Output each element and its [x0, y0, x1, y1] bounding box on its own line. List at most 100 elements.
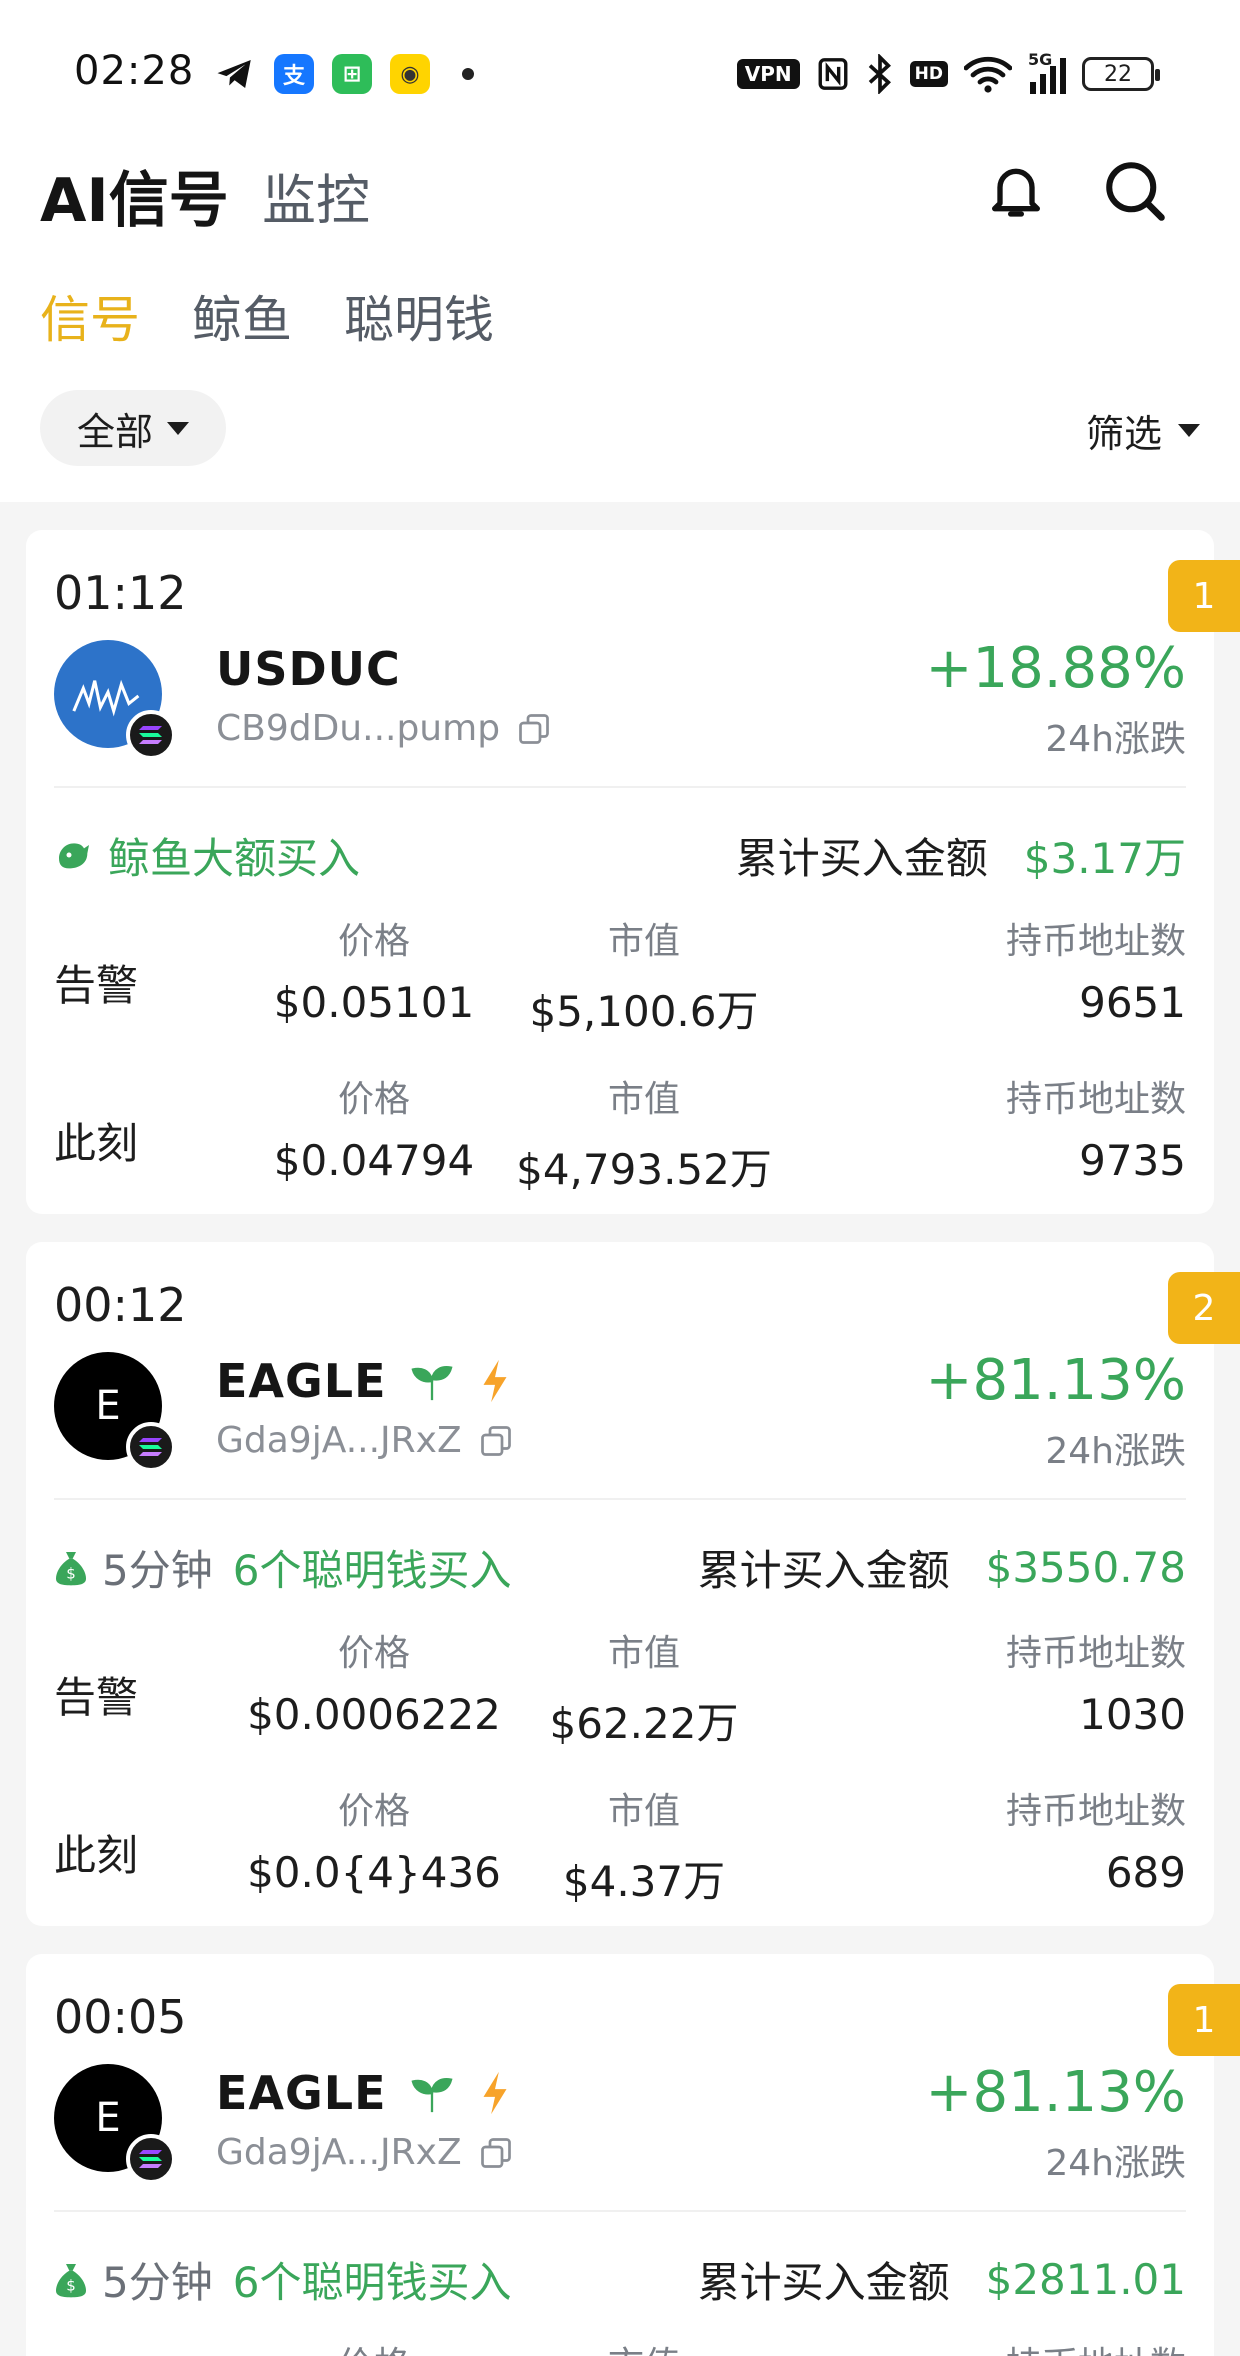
- alipay-icon: 支: [274, 54, 314, 94]
- filter-dropdown[interactable]: 筛选: [1086, 400, 1200, 460]
- market-cap-label: 市值: [494, 2336, 794, 2356]
- now-row-label: 此刻: [54, 1119, 139, 1168]
- change-24h-label: 24h涨跌: [1045, 719, 1186, 760]
- token-avatar: [54, 640, 176, 760]
- filter-label: 筛选: [1085, 411, 1162, 456]
- category-label: 全部: [76, 409, 153, 454]
- token-address: Gda9jA...JRxZ: [216, 1420, 514, 1461]
- token-symbol: EAGLE: [216, 2066, 387, 2120]
- status-bar: 02:28 支 ⊞ ◉ VPN HD 5G 22: [0, 0, 1240, 140]
- signal-tabs: 信号 鲸鱼 聪明钱: [40, 280, 494, 350]
- sprout-icon: [411, 1366, 453, 1401]
- alert-market-cap: 市值 $5,100.6万: [494, 912, 794, 1039]
- address-text: Gda9jA...JRxZ: [216, 1420, 462, 1461]
- rank-badge: 2: [1168, 1272, 1240, 1344]
- change-24h-value: +81.13%: [925, 1348, 1186, 1413]
- notification-button[interactable]: [976, 150, 1056, 230]
- holders-value: 9735: [1079, 1136, 1186, 1185]
- alert-holders: 持币地址数: [886, 2336, 1186, 2356]
- copy-icon[interactable]: [478, 2135, 514, 2171]
- copy-icon[interactable]: [516, 711, 552, 747]
- network-type: 5G: [1028, 50, 1053, 69]
- price-label: 价格: [337, 1079, 410, 1120]
- market-cap-value: $62.22万: [549, 1699, 739, 1748]
- tab-signal[interactable]: 信号: [40, 280, 140, 350]
- token-name[interactable]: EAGLE: [216, 1354, 513, 1408]
- now-market-cap: 市值 $4.37万: [494, 1782, 794, 1909]
- change-24h-label: 24h涨跌: [1045, 1431, 1186, 1472]
- buy-amount-value: $3.17万: [1023, 833, 1186, 883]
- price-value: $0.04794: [273, 1136, 475, 1185]
- money-bag-icon: $: [56, 1552, 86, 1586]
- holders-label: 持币地址数: [886, 2336, 1186, 2356]
- holders-value: 9651: [1079, 978, 1186, 1027]
- market-cap-label: 市值: [607, 1791, 680, 1832]
- now-metrics: 此刻 价格 $0.04794 市值 $4,793.52万 持币地址数 9735: [54, 1070, 1186, 1194]
- alert-metrics: 价格 市值 持币地址数: [54, 2336, 1186, 2356]
- buy-amount-value: $3550.78: [985, 1542, 1186, 1592]
- holders-label: 持币地址数: [1005, 921, 1186, 962]
- tab-whale[interactable]: 鲸鱼: [192, 280, 292, 350]
- wifi-icon: [964, 56, 1012, 93]
- signal-time: 00:05: [54, 1990, 187, 2044]
- token-name[interactable]: EAGLE: [216, 2066, 513, 2120]
- copy-icon[interactable]: [478, 1423, 514, 1459]
- price-label: 价格: [337, 921, 410, 962]
- alert-price: 价格 $0.0006222: [224, 1624, 524, 1739]
- divider: [54, 786, 1186, 788]
- solana-chain-icon: [126, 2134, 176, 2184]
- signal-text: 鲸鱼大额买入: [108, 833, 361, 883]
- price-label: 价格: [337, 1791, 410, 1832]
- alert-holders: 持币地址数 1030: [886, 1624, 1186, 1739]
- signal-summary: $ 5分钟 6个聪明钱买入 累计买入金额 $3550.78: [54, 1532, 1186, 1602]
- system-icons: VPN HD 5G 22: [736, 50, 1160, 96]
- signal-card[interactable]: 1 00:05 E EAGLE Gda9jA...JRxZ +81.13% 24…: [26, 1954, 1240, 2356]
- buy-amount-group: 累计买入金额 $3550.78: [698, 1537, 1186, 1598]
- signal-summary: $ 5分钟 6个聪明钱买入 累计买入金额 $2811.01: [54, 2244, 1186, 2314]
- buy-amount-label: 累计买入金额: [735, 833, 988, 883]
- alert-row-label: 告警: [54, 961, 139, 1010]
- top-panel: 02:28 支 ⊞ ◉ VPN HD 5G 22 AI信号 监控 信号 鲸鱼 聪…: [0, 0, 1240, 502]
- alert-holders: 持币地址数 9651: [886, 912, 1186, 1027]
- address-text: CB9dDu...pump: [216, 708, 501, 749]
- alert-market-cap: 市值 $62.22万: [494, 1624, 794, 1751]
- now-price: 价格 $0.04794: [224, 1070, 524, 1185]
- signal-window: 5分钟: [102, 1545, 213, 1595]
- signal-type: $ 5分钟 6个聪明钱买入: [54, 1537, 511, 1598]
- monitor-tab[interactable]: 监控: [262, 156, 370, 235]
- page-title: AI信号: [40, 166, 229, 236]
- signal-card[interactable]: 1 01:12 USDUC CB9dDu...pump +18.88% 24h涨…: [26, 530, 1240, 1214]
- money-bag-icon: $: [56, 2264, 86, 2298]
- price-label: 价格: [224, 2336, 524, 2356]
- rank-badge: 1: [1168, 1984, 1240, 2056]
- divider: [54, 1498, 1186, 1500]
- cellular-signal-icon: 5G: [1028, 50, 1066, 94]
- holders-value: 1030: [1079, 1690, 1186, 1739]
- search-button[interactable]: [1094, 150, 1174, 230]
- tab-smart-money[interactable]: 聪明钱: [344, 280, 494, 350]
- market-cap-label: 市值: [607, 1079, 680, 1120]
- app-header: AI信号 监控: [0, 140, 1240, 250]
- market-cap-value: $4,793.52万: [516, 1145, 772, 1194]
- signal-card[interactable]: 2 00:12 E EAGLE Gda9jA...JRxZ +81.13% 24…: [26, 1242, 1240, 1926]
- now-metrics: 此刻 价格 $0.0{4}436 市值 $4.37万 持币地址数 689: [54, 1782, 1186, 1906]
- price-value: $0.05101: [273, 978, 475, 1027]
- signal-type: 鲸鱼大额买入: [54, 825, 360, 886]
- solana-chain-icon: [126, 710, 176, 760]
- signal-window: 5分钟: [102, 2257, 213, 2307]
- now-market-cap: 市值 $4,793.52万: [494, 1070, 794, 1197]
- signal-time: 01:12: [54, 566, 187, 620]
- solana-chain-icon: [126, 1422, 176, 1472]
- holders-label: 持币地址数: [1005, 1633, 1186, 1674]
- category-dropdown[interactable]: 全部: [40, 390, 226, 466]
- caret-down-icon: [1178, 423, 1200, 437]
- token-symbol: EAGLE: [216, 1354, 387, 1408]
- lightning-icon: [483, 2071, 507, 2115]
- bell-icon: [992, 168, 1040, 217]
- rank-badge: 1: [1168, 560, 1240, 632]
- token-name[interactable]: USDUC: [216, 642, 401, 696]
- telegram-icon: [217, 60, 251, 88]
- holders-value: 689: [1105, 1848, 1186, 1897]
- address-text: Gda9jA...JRxZ: [216, 2132, 462, 2173]
- alert-metrics: 告警 价格 $0.0006222 市值 $62.22万 持币地址数 1030: [54, 1624, 1186, 1748]
